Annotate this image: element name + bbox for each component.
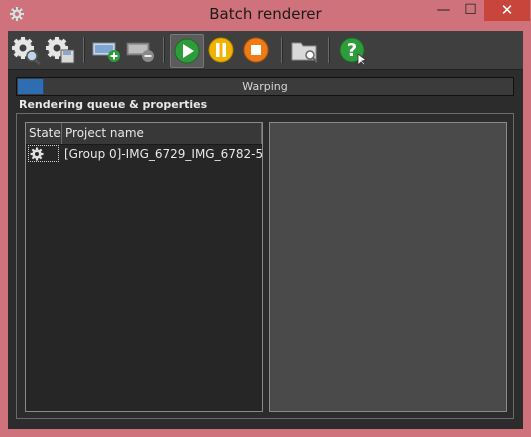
svg-text:?: ? xyxy=(347,40,357,61)
add-screen-icon xyxy=(92,42,120,62)
help-icon: ? xyxy=(339,37,367,66)
queue-list[interactable]: State Project name [Group 0]-IMG_6729_IM… xyxy=(25,122,263,412)
play-icon xyxy=(174,38,200,64)
queue-group-title: Rendering queue & properties xyxy=(19,98,208,111)
row-project-name[interactable]: [Group 0]-IMG_6729_IMG_6782-54 i... xyxy=(64,144,262,165)
maximize-button[interactable]: ☐ xyxy=(457,0,484,21)
toolbar-separator xyxy=(163,37,165,63)
toolbar: ? xyxy=(8,31,523,70)
folder-search-icon xyxy=(291,42,318,63)
open-folder-button[interactable] xyxy=(288,34,320,66)
queue-header: State Project name xyxy=(26,123,262,145)
minimize-button[interactable]: — xyxy=(430,0,457,21)
progress-bar: Warping xyxy=(16,77,514,96)
stop-button[interactable] xyxy=(240,34,272,66)
play-button[interactable] xyxy=(170,34,204,68)
remove-project-button[interactable] xyxy=(124,34,156,66)
gear-save-icon xyxy=(46,37,75,64)
row-state-cell[interactable] xyxy=(27,144,61,165)
remove-screen-icon xyxy=(126,42,154,62)
gear-search-button[interactable] xyxy=(10,34,42,66)
progress-label: Warping xyxy=(242,80,288,93)
help-button[interactable]: ? xyxy=(336,34,368,66)
table-row[interactable]: [Group 0]-IMG_6729_IMG_6782-54 i... xyxy=(26,144,262,165)
stop-icon xyxy=(243,37,269,63)
toolbar-separator xyxy=(83,37,85,63)
queue-group: State Project name [Group 0]-IMG_6729_IM… xyxy=(16,113,514,419)
add-project-button[interactable] xyxy=(90,34,122,66)
gear-icon xyxy=(30,147,44,161)
toolbar-separator xyxy=(281,37,283,63)
column-header-project-name[interactable]: Project name xyxy=(62,123,262,144)
column-header-state[interactable]: State xyxy=(26,123,62,144)
pause-button[interactable] xyxy=(205,34,237,66)
gear-search-icon xyxy=(12,37,41,65)
gear-save-button[interactable] xyxy=(44,34,76,66)
properties-panel[interactable] xyxy=(269,122,507,412)
title-bar: Batch renderer — ☐ ✕ xyxy=(0,0,531,31)
close-button[interactable]: ✕ xyxy=(484,0,530,21)
pause-icon xyxy=(208,37,234,63)
toolbar-separator xyxy=(328,37,330,63)
main-window: ? Warping Rendering queue & properties S… xyxy=(8,31,523,429)
